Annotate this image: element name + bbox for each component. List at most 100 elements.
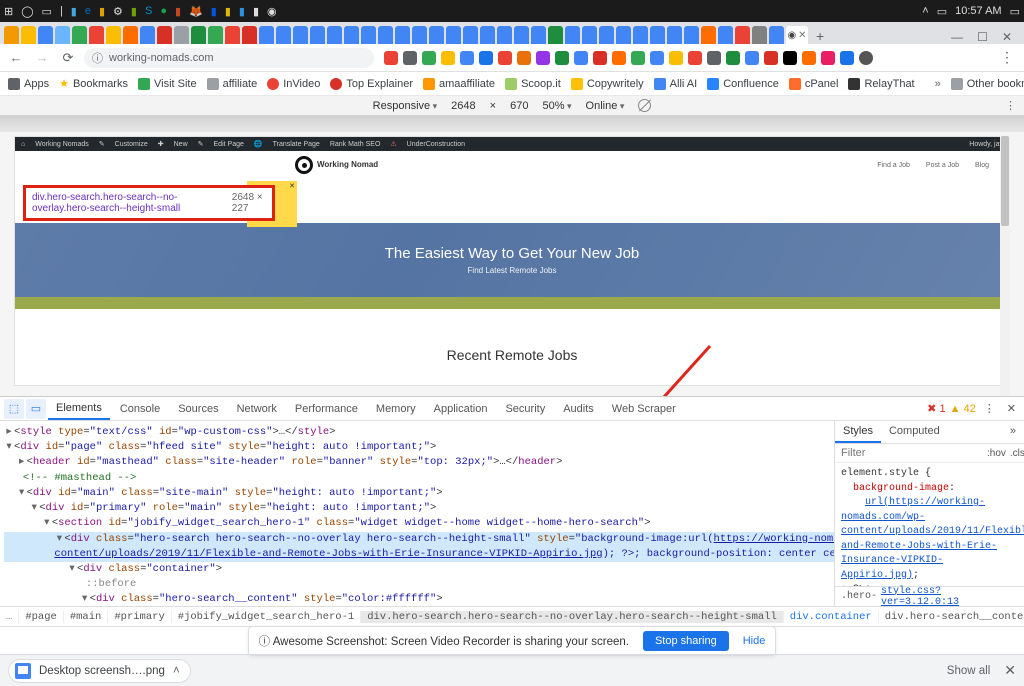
pin-icon[interactable]: ⚙ <box>113 5 123 18</box>
tab[interactable] <box>89 26 104 44</box>
tab[interactable] <box>480 26 495 44</box>
dom-breadcrumb[interactable]: … #page #main #primary #jobify_widget_se… <box>0 606 1024 626</box>
bookmark-confl[interactable]: Confluence <box>707 78 779 90</box>
tab-computed[interactable]: Computed <box>881 421 948 443</box>
extension-icon[interactable] <box>669 51 683 65</box>
extension-icon[interactable] <box>441 51 455 65</box>
tab-security[interactable]: Security <box>497 399 553 419</box>
extension-icon[interactable] <box>574 51 588 65</box>
bookmark-star[interactable]: ★Bookmarks <box>59 77 128 90</box>
pin-icon[interactable]: ▮ <box>211 5 217 18</box>
extension-icon[interactable] <box>840 51 854 65</box>
css-rules[interactable]: element.style { background-image: url(ht… <box>835 463 1024 586</box>
tab[interactable] <box>412 26 427 44</box>
pin-icon[interactable]: ▮ <box>71 5 77 18</box>
devtools-settings-icon[interactable]: ⋮ <box>980 402 999 415</box>
extension-icon[interactable] <box>764 51 778 65</box>
ad-close-icon[interactable]: ✕ <box>289 182 295 190</box>
tab[interactable] <box>276 26 291 44</box>
bookmark-copyw[interactable]: Copywritely <box>571 78 644 90</box>
tab[interactable] <box>4 26 19 44</box>
extension-icon[interactable] <box>650 51 664 65</box>
extension-icon[interactable] <box>536 51 550 65</box>
stop-sharing-button[interactable]: Stop sharing <box>643 631 729 651</box>
tab[interactable] <box>21 26 36 44</box>
battery-icon[interactable]: ▭ <box>937 5 947 18</box>
bookmark-invideo[interactable]: InVideo <box>267 78 320 90</box>
tab[interactable] <box>565 26 580 44</box>
tab[interactable] <box>599 26 614 44</box>
extension-icon[interactable] <box>726 51 740 65</box>
tab[interactable] <box>327 26 342 44</box>
tab-elements[interactable]: Elements <box>48 398 110 420</box>
device-width[interactable]: 2648 <box>451 100 475 112</box>
nav-blog[interactable]: Blog <box>975 162 989 169</box>
cls-toggle[interactable]: .cls <box>1010 448 1024 459</box>
device-mode-select[interactable]: Responsive <box>373 100 438 112</box>
pin-icon[interactable]: ● <box>160 5 167 17</box>
tab-styles[interactable]: Styles <box>835 421 881 443</box>
pin-icon[interactable]: 🦊 <box>189 5 203 18</box>
tab[interactable] <box>684 26 699 44</box>
devtools-close-icon[interactable]: ✕ <box>1003 402 1020 415</box>
cortana-icon[interactable]: ◯ <box>21 5 33 18</box>
tab[interactable] <box>446 26 461 44</box>
extension-icon[interactable] <box>517 51 531 65</box>
tab[interactable] <box>242 26 257 44</box>
tab-webscraper[interactable]: Web Scraper <box>604 399 684 419</box>
tab[interactable] <box>157 26 172 44</box>
tab[interactable] <box>395 26 410 44</box>
extension-icon[interactable] <box>688 51 702 65</box>
address-bar[interactable]: ⓘ working-nomads.com <box>84 48 374 68</box>
bookmark-cpanel[interactable]: cPanel <box>789 78 839 90</box>
tab[interactable] <box>429 26 444 44</box>
tab[interactable] <box>55 26 70 44</box>
wp-admin-bar[interactable]: ⌂Working Nomads ✎Customize ✚New ✎Edit Pa… <box>15 137 1009 151</box>
tab[interactable] <box>752 26 767 44</box>
device-height[interactable]: 670 <box>510 100 528 112</box>
tab[interactable] <box>548 26 563 44</box>
tab[interactable] <box>769 26 784 44</box>
tab-application[interactable]: Application <box>426 399 496 419</box>
tab[interactable] <box>582 26 597 44</box>
tab[interactable] <box>174 26 189 44</box>
clock[interactable]: 10:57 AM <box>955 5 1001 17</box>
tab[interactable] <box>361 26 376 44</box>
extension-icon[interactable] <box>859 51 873 65</box>
tab[interactable] <box>667 26 682 44</box>
pin-icon[interactable]: ▮ <box>239 5 245 18</box>
tab[interactable] <box>616 26 631 44</box>
tab-network[interactable]: Network <box>229 399 285 419</box>
viewport-scrollbar[interactable] <box>1000 136 1010 396</box>
download-chip[interactable]: Desktop screensh….png ˄ <box>8 659 191 683</box>
window-maximize[interactable]: ☐ <box>977 30 988 44</box>
tab[interactable] <box>344 26 359 44</box>
window-minimize[interactable]: — <box>951 30 963 44</box>
chrome-menu-icon[interactable]: ⋮ <box>996 49 1018 66</box>
bookmark-relay[interactable]: RelayThat <box>848 78 914 90</box>
extension-icon[interactable] <box>422 51 436 65</box>
download-menu-icon[interactable]: ˄ <box>173 665 180 677</box>
bookmark-topexp[interactable]: Top Explainer <box>330 78 413 90</box>
tab[interactable] <box>140 26 155 44</box>
no-rotate-icon[interactable] <box>638 99 651 112</box>
extension-icon[interactable] <box>555 51 569 65</box>
zoom-select[interactable]: 50% <box>542 100 571 112</box>
tab[interactable] <box>718 26 733 44</box>
tab[interactable] <box>208 26 223 44</box>
tab-console[interactable]: Console <box>112 399 168 419</box>
tab[interactable] <box>72 26 87 44</box>
bookmark-apps[interactable]: Apps <box>8 78 49 90</box>
warning-count[interactable]: ▲ 42 <box>950 403 976 415</box>
notification-icon[interactable]: ▭ <box>1010 5 1020 18</box>
styles-source-link[interactable]: .hero- style.css?ver=3.12.0:13 <box>835 586 1024 606</box>
start-icon[interactable]: ⊞ <box>4 5 13 18</box>
tab[interactable] <box>650 26 665 44</box>
extension-icon[interactable] <box>593 51 607 65</box>
bookmark-scoop[interactable]: Scoop.it <box>505 78 561 90</box>
extension-icon[interactable] <box>821 51 835 65</box>
chrome-icon[interactable]: ◉ <box>267 5 277 18</box>
tab[interactable] <box>497 26 512 44</box>
bookmark-alli[interactable]: Alli AI <box>654 78 698 90</box>
taskview-icon[interactable]: ▭ <box>42 5 52 18</box>
